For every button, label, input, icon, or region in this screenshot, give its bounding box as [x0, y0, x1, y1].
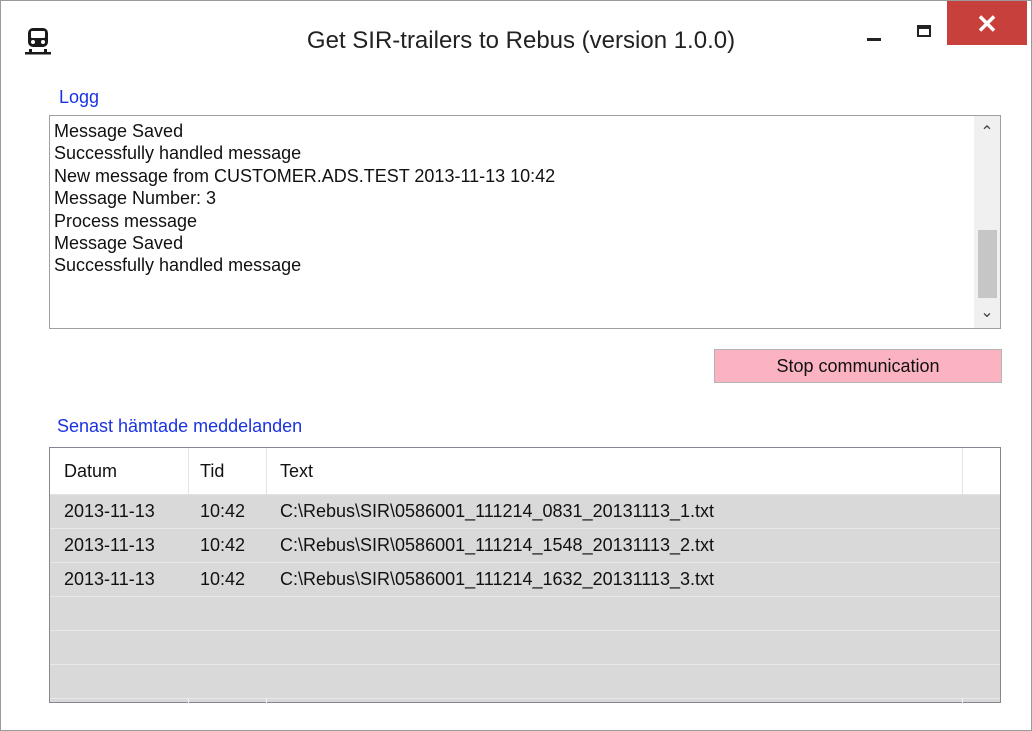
cell-tid: 10:42 [200, 535, 246, 555]
cell-tid: 10:42 [200, 501, 246, 521]
app-window: Get SIR-trailers to Rebus (version 1.0.0… [0, 0, 1032, 731]
cell-datum: 2013-11-13 [64, 569, 155, 589]
log-lines: Message Saved Successfully handled messa… [54, 120, 970, 277]
close-button[interactable]: ✕ [947, 1, 1027, 45]
scroll-up-icon[interactable]: ⌃ [974, 120, 1000, 146]
table-row[interactable]: 2013-11-13 10:42 C:\Rebus\SIR\0586001_11… [50, 563, 1000, 597]
table-row-empty[interactable] [50, 631, 1000, 665]
title-bar[interactable]: Get SIR-trailers to Rebus (version 1.0.0… [1, 1, 1031, 79]
column-header-text[interactable]: Text [280, 448, 313, 494]
stop-communication-button[interactable]: Stop communication [714, 349, 1002, 383]
scroll-thumb[interactable] [978, 230, 997, 298]
recent-messages-grid[interactable]: Datum Tid Text 2013-11-13 10:42 C:\Rebus… [49, 447, 1001, 704]
header-separator[interactable] [266, 448, 267, 494]
table-row[interactable]: 2013-11-13 10:42 C:\Rebus\SIR\0586001_11… [50, 495, 1000, 529]
table-row-empty[interactable] [50, 597, 1000, 631]
minimize-icon [867, 38, 881, 41]
cell-text: C:\Rebus\SIR\0586001_111214_1632_2013111… [280, 569, 715, 589]
log-line: Message Saved [54, 121, 184, 141]
log-line: Successfully handled message [54, 255, 302, 276]
log-textbox[interactable]: Message Saved Successfully handled messa… [49, 115, 1001, 329]
grid-rows: 2013-11-13 10:42 C:\Rebus\SIR\0586001_11… [50, 495, 1000, 699]
cell-tid: 10:42 [200, 569, 246, 589]
cell-text: C:\Rebus\SIR\0586001_111214_1548_2013111… [280, 535, 715, 555]
log-line: New message from CUSTOMER.ADS.TEST 2013-… [54, 165, 556, 186]
main-content: Logg Message Saved Successfully handled … [1, 79, 1031, 730]
scroll-down-icon[interactable]: ⌄ [974, 300, 1000, 326]
maximize-icon [917, 25, 931, 37]
table-row[interactable]: 2013-11-13 10:42 C:\Rebus\SIR\0586001_11… [50, 529, 1000, 563]
log-line: Message Number: 3 [54, 188, 217, 209]
cell-datum: 2013-11-13 [64, 535, 155, 555]
recent-messages-label: Senast hämtade meddelanden [57, 416, 303, 436]
column-header-datum[interactable]: Datum [64, 448, 117, 494]
log-label: Logg [59, 87, 100, 107]
minimize-button[interactable] [843, 1, 901, 41]
table-row-empty[interactable] [50, 665, 1000, 699]
cell-text: C:\Rebus\SIR\0586001_111214_0831_2013111… [280, 501, 715, 521]
header-separator[interactable] [962, 448, 963, 494]
grid-header: Datum Tid Text [50, 448, 1000, 495]
log-line: Process message [54, 210, 198, 231]
header-separator[interactable] [188, 448, 189, 494]
log-line: Successfully handled message [54, 143, 302, 164]
close-icon: ✕ [976, 9, 998, 39]
log-scrollbar[interactable]: ⌃ ⌄ [974, 116, 1000, 328]
log-line: Message Saved [54, 233, 184, 254]
cell-datum: 2013-11-13 [64, 501, 155, 521]
column-header-tid[interactable]: Tid [200, 448, 224, 494]
